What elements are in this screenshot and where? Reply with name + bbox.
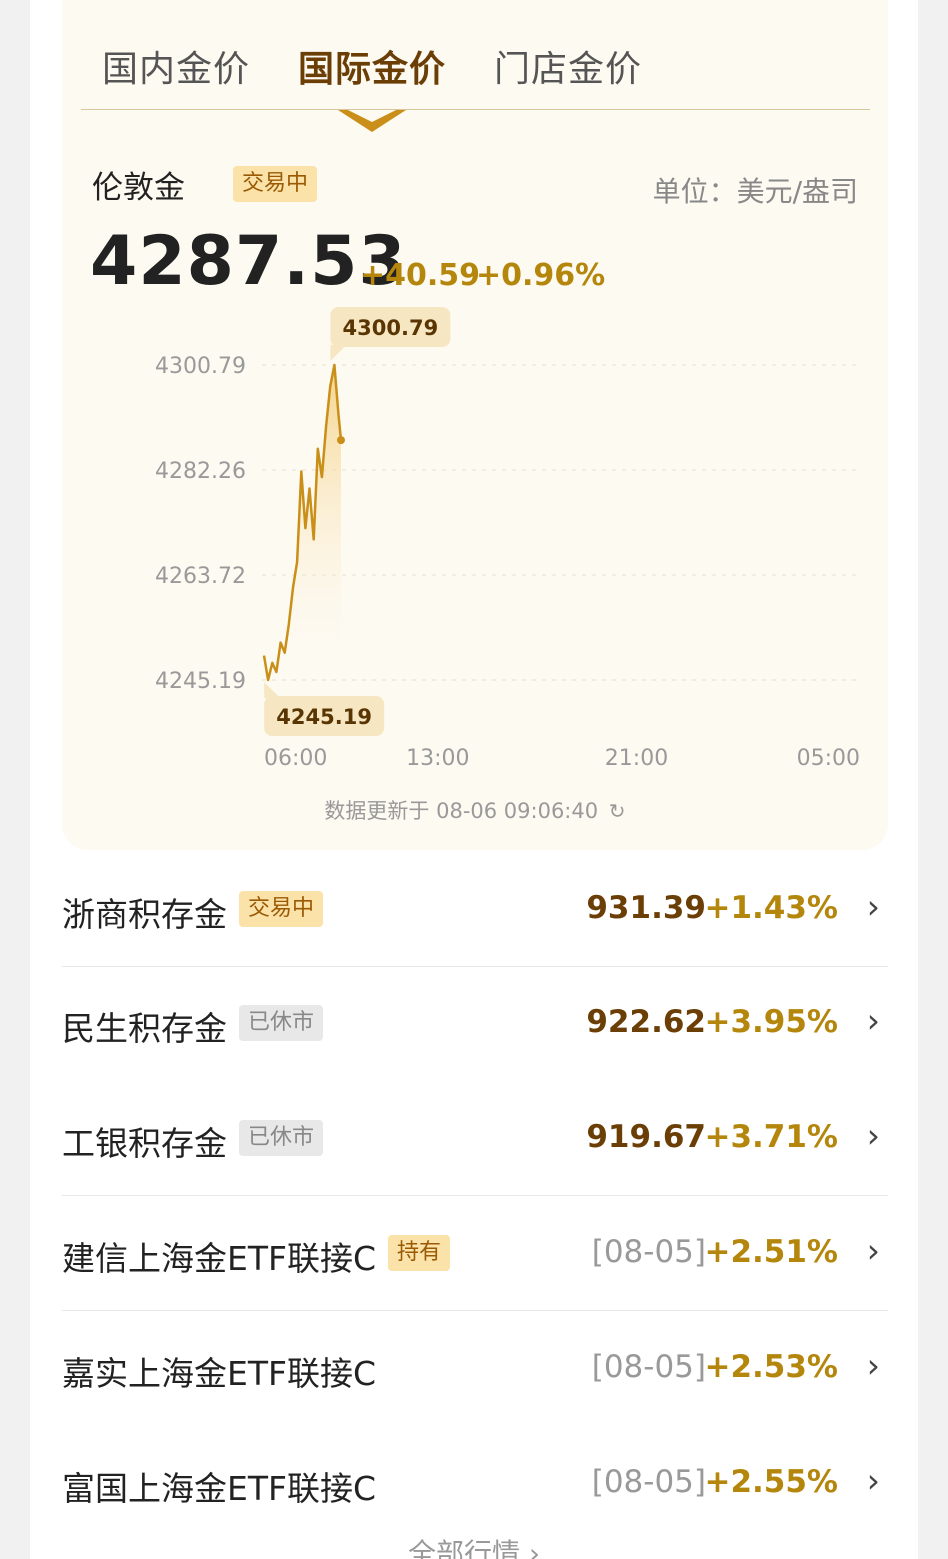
all-quotes-link[interactable]: 全部行情 › <box>30 1532 918 1559</box>
product-value: 931.39 <box>586 890 706 926</box>
row-divider <box>62 1310 888 1311</box>
y-tick-label: 4282.26 <box>155 459 246 484</box>
product-row[interactable]: 浙商积存金 交易中 931.39 +1.43% › <box>62 853 888 967</box>
product-row[interactable]: 民生积存金 已休市 922.62 +3.95% › <box>62 967 888 1081</box>
tab-underline <box>81 109 870 110</box>
row-divider <box>62 1195 888 1196</box>
product-value: [08-05] <box>591 1234 706 1270</box>
product-status-badge: 已休市 <box>239 1120 324 1156</box>
update-time-text: 数据更新于 08-06 09:06:40 <box>324 799 599 823</box>
asset-name: 伦敦金 <box>92 170 185 206</box>
product-change-percent: +2.55% <box>704 1464 838 1500</box>
refresh-icon[interactable]: ↻ <box>609 799 626 823</box>
product-status-badge: 交易中 <box>239 891 324 927</box>
chevron-right-icon: › <box>866 887 880 926</box>
unit-label: 单位：美元/盎司 <box>652 175 858 208</box>
product-status-badge: 已休市 <box>239 1005 324 1041</box>
product-change-percent: +3.71% <box>704 1119 838 1155</box>
active-tab-indicator-inner <box>348 110 396 122</box>
x-tick-label: 06:00 <box>264 746 327 770</box>
y-tick-label: 4263.72 <box>155 564 246 589</box>
tab-store-gold[interactable]: 门店金价 <box>494 40 642 92</box>
product-value: 919.67 <box>586 1119 706 1155</box>
product-name: 建信上海金ETF联接C <box>62 1239 377 1278</box>
gold-price-card: 国内金价 国际金价 门店金价 伦敦金 交易中 单位：美元/盎司 4287.53 … <box>62 0 888 850</box>
chevron-right-icon: › <box>866 1001 880 1040</box>
page: 国内金价 国际金价 门店金价 伦敦金 交易中 单位：美元/盎司 4287.53 … <box>30 0 918 1559</box>
product-name: 浙商积存金 <box>62 895 227 934</box>
y-tick-label: 4300.79 <box>155 354 246 379</box>
product-change-percent: +1.43% <box>704 890 838 926</box>
chevron-right-icon: › <box>866 1231 880 1270</box>
tab-international-gold[interactable]: 国际金价 <box>298 40 446 92</box>
product-name: 工银积存金 <box>62 1124 227 1163</box>
product-change-percent: +3.95% <box>704 1004 838 1040</box>
price-tabs: 国内金价 国际金价 门店金价 <box>62 0 888 132</box>
tab-domestic-gold[interactable]: 国内金价 <box>102 40 250 92</box>
x-tick-label: 13:00 <box>406 746 469 770</box>
product-row[interactable]: 富国上海金ETF联接C [08-05] +2.55% › <box>62 1427 888 1541</box>
chart-max-label: 4300.79 <box>343 316 439 340</box>
product-value: 922.62 <box>586 1004 706 1040</box>
chart-max-callout: 4300.79 <box>330 307 451 361</box>
product-row[interactable]: 工银积存金 已休市 919.67 +3.71% › <box>62 1082 888 1196</box>
x-tick-label: 21:00 <box>605 746 668 770</box>
chevron-right-icon: › <box>866 1461 880 1500</box>
product-value: [08-05] <box>591 1464 706 1500</box>
price-chart[interactable]: 4300.79 4282.26 4263.72 4245.19 06:00 13:00 2… <box>62 300 888 770</box>
price-change-percent: +0.96% <box>476 258 606 293</box>
update-time: 数据更新于 08-06 09:06:40 ↻ <box>62 795 888 825</box>
product-change-percent: +2.51% <box>704 1234 838 1270</box>
status-badge: 交易中 <box>233 166 318 202</box>
product-name: 嘉实上海金ETF联接C <box>62 1354 377 1393</box>
product-status-badge: 持有 <box>388 1235 451 1271</box>
product-row[interactable]: 建信上海金ETF联接C 持有 [08-05] +2.51% › <box>62 1197 888 1311</box>
x-tick-label: 05:00 <box>797 746 860 770</box>
product-change-percent: +2.53% <box>704 1349 838 1385</box>
product-value: [08-05] <box>591 1349 706 1385</box>
chart-min-label: 4245.19 <box>276 705 372 729</box>
product-name: 民生积存金 <box>62 1009 227 1048</box>
product-name: 富国上海金ETF联接C <box>62 1469 377 1508</box>
chart-area-fill <box>264 365 341 680</box>
y-tick-label: 4245.19 <box>155 669 246 694</box>
chevron-right-icon: › <box>866 1116 880 1155</box>
price-change: +40.59 <box>360 258 481 293</box>
chart-min-callout: 4245.19 <box>264 682 385 736</box>
chart-last-point <box>336 436 345 445</box>
chevron-right-icon: › <box>866 1346 880 1385</box>
product-row[interactable]: 嘉实上海金ETF联接C [08-05] +2.53% › <box>62 1312 888 1426</box>
